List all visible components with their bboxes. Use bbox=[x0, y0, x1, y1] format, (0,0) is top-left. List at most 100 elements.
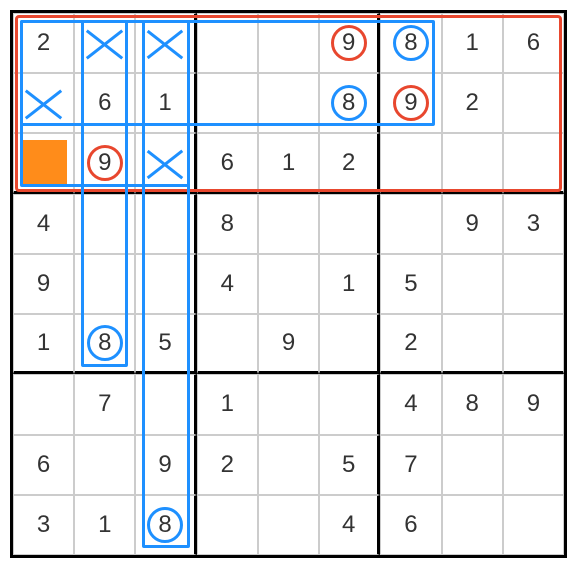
cell-value: 9 bbox=[465, 210, 478, 238]
cell-r2-c5[interactable]: 2 bbox=[319, 133, 380, 193]
cell-r4-c5[interactable]: 1 bbox=[319, 254, 380, 314]
sudoku-container: 2981661892961248939415185927148969257318… bbox=[10, 10, 567, 558]
cell-r2-c2[interactable] bbox=[135, 133, 196, 193]
cell-r0-c3[interactable] bbox=[197, 13, 258, 73]
cell-r4-c6[interactable]: 5 bbox=[380, 254, 441, 314]
cell-r7-c7[interactable] bbox=[442, 435, 503, 495]
cell-r1-c4[interactable] bbox=[258, 73, 319, 133]
cell-value: 8 bbox=[465, 390, 478, 418]
cell-r3-c7[interactable]: 9 bbox=[442, 194, 503, 254]
cell-r7-c6[interactable]: 7 bbox=[380, 435, 441, 495]
cell-r0-c1[interactable] bbox=[74, 13, 135, 73]
cell-r3-c6[interactable] bbox=[380, 194, 441, 254]
cell-r0-c4[interactable] bbox=[258, 13, 319, 73]
cell-r6-c2[interactable] bbox=[135, 374, 196, 434]
cell-r8-c8[interactable] bbox=[503, 495, 564, 555]
cell-r1-c5[interactable]: 8 bbox=[319, 73, 380, 133]
cell-value: 9 bbox=[404, 89, 417, 117]
cell-r6-c1[interactable]: 7 bbox=[74, 374, 135, 434]
cell-r2-c1[interactable]: 9 bbox=[74, 133, 135, 193]
cell-value: 3 bbox=[527, 210, 540, 238]
cell-r5-c3[interactable] bbox=[197, 314, 258, 374]
cell-r6-c3[interactable]: 1 bbox=[197, 374, 258, 434]
cell-value: 9 bbox=[37, 270, 50, 298]
cell-value: 1 bbox=[465, 29, 478, 57]
cell-r5-c2[interactable]: 5 bbox=[135, 314, 196, 374]
cell-r0-c6[interactable]: 8 bbox=[380, 13, 441, 73]
cell-r5-c4[interactable]: 9 bbox=[258, 314, 319, 374]
cell-r3-c5[interactable] bbox=[319, 194, 380, 254]
cell-r1-c2[interactable]: 1 bbox=[135, 73, 196, 133]
cell-r4-c0[interactable]: 9 bbox=[13, 254, 74, 314]
cell-value: 5 bbox=[404, 270, 417, 298]
cell-r1-c8[interactable] bbox=[503, 73, 564, 133]
cell-r1-c1[interactable]: 6 bbox=[74, 73, 135, 133]
cell-r2-c4[interactable]: 1 bbox=[258, 133, 319, 193]
sudoku-grid: 2981661892961248939415185927148969257318… bbox=[10, 10, 567, 558]
cell-r6-c7[interactable]: 8 bbox=[442, 374, 503, 434]
cell-r5-c1[interactable]: 8 bbox=[74, 314, 135, 374]
cell-r7-c3[interactable]: 2 bbox=[197, 435, 258, 495]
cell-r3-c4[interactable] bbox=[258, 194, 319, 254]
cell-r5-c5[interactable] bbox=[319, 314, 380, 374]
x-mark-icon bbox=[136, 134, 193, 190]
cell-r7-c4[interactable] bbox=[258, 435, 319, 495]
cell-r8-c5[interactable]: 4 bbox=[319, 495, 380, 555]
cell-value: 2 bbox=[404, 329, 417, 357]
cell-r5-c0[interactable]: 1 bbox=[13, 314, 74, 374]
cell-r8-c7[interactable] bbox=[442, 495, 503, 555]
cell-r8-c6[interactable]: 6 bbox=[380, 495, 441, 555]
cell-r6-c5[interactable] bbox=[319, 374, 380, 434]
cell-r0-c7[interactable]: 1 bbox=[442, 13, 503, 73]
cell-r8-c2[interactable]: 8 bbox=[135, 495, 196, 555]
cell-r4-c2[interactable] bbox=[135, 254, 196, 314]
cell-r0-c8[interactable]: 6 bbox=[503, 13, 564, 73]
cell-r5-c7[interactable] bbox=[442, 314, 503, 374]
x-mark-icon bbox=[14, 74, 73, 132]
cell-r6-c6[interactable]: 4 bbox=[380, 374, 441, 434]
cell-r0-c5[interactable]: 9 bbox=[319, 13, 380, 73]
cell-r0-c0[interactable]: 2 bbox=[13, 13, 74, 73]
cell-r1-c3[interactable] bbox=[197, 73, 258, 133]
cell-r7-c2[interactable]: 9 bbox=[135, 435, 196, 495]
cell-r2-c7[interactable] bbox=[442, 133, 503, 193]
cell-r6-c0[interactable] bbox=[13, 374, 74, 434]
cell-r5-c6[interactable]: 2 bbox=[380, 314, 441, 374]
cell-r3-c1[interactable] bbox=[74, 194, 135, 254]
cell-r4-c1[interactable] bbox=[74, 254, 135, 314]
cell-value: 2 bbox=[221, 451, 234, 479]
cell-r2-c8[interactable] bbox=[503, 133, 564, 193]
cell-r6-c4[interactable] bbox=[258, 374, 319, 434]
cell-value: 6 bbox=[98, 89, 111, 117]
cell-r2-c6[interactable] bbox=[380, 133, 441, 193]
cell-r0-c2[interactable] bbox=[135, 13, 196, 73]
cell-r2-c3[interactable]: 6 bbox=[197, 133, 258, 193]
cell-r4-c4[interactable] bbox=[258, 254, 319, 314]
cell-r4-c3[interactable]: 4 bbox=[197, 254, 258, 314]
cell-r8-c4[interactable] bbox=[258, 495, 319, 555]
cell-r7-c8[interactable] bbox=[503, 435, 564, 495]
cell-r3-c8[interactable]: 3 bbox=[503, 194, 564, 254]
cell-r1-c0[interactable] bbox=[13, 73, 74, 133]
cell-value: 5 bbox=[342, 451, 355, 479]
cell-r7-c1[interactable] bbox=[74, 435, 135, 495]
cell-r3-c3[interactable]: 8 bbox=[197, 194, 258, 254]
cell-r7-c0[interactable]: 6 bbox=[13, 435, 74, 495]
cell-r8-c3[interactable] bbox=[197, 495, 258, 555]
cell-r2-c0[interactable] bbox=[13, 133, 74, 193]
cell-r4-c8[interactable] bbox=[503, 254, 564, 314]
cell-r3-c2[interactable] bbox=[135, 194, 196, 254]
cell-value: 6 bbox=[527, 29, 540, 57]
cell-r8-c1[interactable]: 1 bbox=[74, 495, 135, 555]
cell-r3-c0[interactable]: 4 bbox=[13, 194, 74, 254]
cell-value: 6 bbox=[221, 149, 234, 177]
cell-r1-c6[interactable]: 9 bbox=[380, 73, 441, 133]
cell-r5-c8[interactable] bbox=[503, 314, 564, 374]
cell-value: 7 bbox=[98, 390, 111, 418]
cell-r7-c5[interactable]: 5 bbox=[319, 435, 380, 495]
cell-value: 4 bbox=[404, 390, 417, 418]
cell-r8-c0[interactable]: 3 bbox=[13, 495, 74, 555]
cell-r1-c7[interactable]: 2 bbox=[442, 73, 503, 133]
cell-r4-c7[interactable] bbox=[442, 254, 503, 314]
cell-r6-c8[interactable]: 9 bbox=[503, 374, 564, 434]
